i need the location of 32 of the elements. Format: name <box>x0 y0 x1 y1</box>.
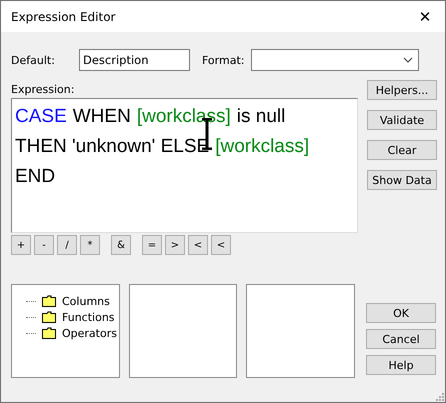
side-button[interactable]: Helpers... <box>367 80 437 100</box>
close-button[interactable]: ✕ <box>405 1 445 32</box>
operator-button[interactable]: < <box>188 235 208 255</box>
operator-button[interactable]: < <box>211 235 231 255</box>
resize-grip-icon <box>434 391 444 401</box>
dialog-button[interactable]: Help <box>366 355 436 375</box>
dialog-button[interactable]: Cancel <box>366 329 436 349</box>
operator-button[interactable]: - <box>34 235 54 255</box>
expression-label: Expression: <box>11 83 76 96</box>
tree-item[interactable]: Functions <box>62 310 115 324</box>
operator-button[interactable]: + <box>11 235 31 255</box>
format-dropdown[interactable] <box>251 49 419 71</box>
dialog-button[interactable]: OK <box>366 303 436 323</box>
folder-icon <box>42 295 56 307</box>
operator-button[interactable]: = <box>142 235 162 255</box>
expression-editor[interactable]: CASE WHEN [workclass] is null THEN 'unknown' ELSE [workclass] END <box>11 98 358 233</box>
default-field[interactable]: Description <box>79 49 190 71</box>
window-title: Expression Editor <box>11 10 116 24</box>
operator-button[interactable]: > <box>165 235 185 255</box>
tree-item[interactable]: Columns <box>62 294 110 308</box>
operator-button[interactable]: & <box>111 235 131 255</box>
side-button[interactable]: Show Data <box>367 170 437 190</box>
format-label: Format: <box>202 54 246 66</box>
folder-icon <box>42 311 56 323</box>
operator-button[interactable]: * <box>80 235 100 255</box>
folder-icon <box>42 327 56 339</box>
operator-button[interactable]: / <box>57 235 77 255</box>
side-button[interactable]: Clear <box>367 140 437 160</box>
side-button[interactable]: Validate <box>367 110 437 130</box>
tree-item[interactable]: Operators <box>62 326 117 340</box>
chevron-down-icon <box>403 57 413 63</box>
default-label: Default: <box>11 54 56 66</box>
